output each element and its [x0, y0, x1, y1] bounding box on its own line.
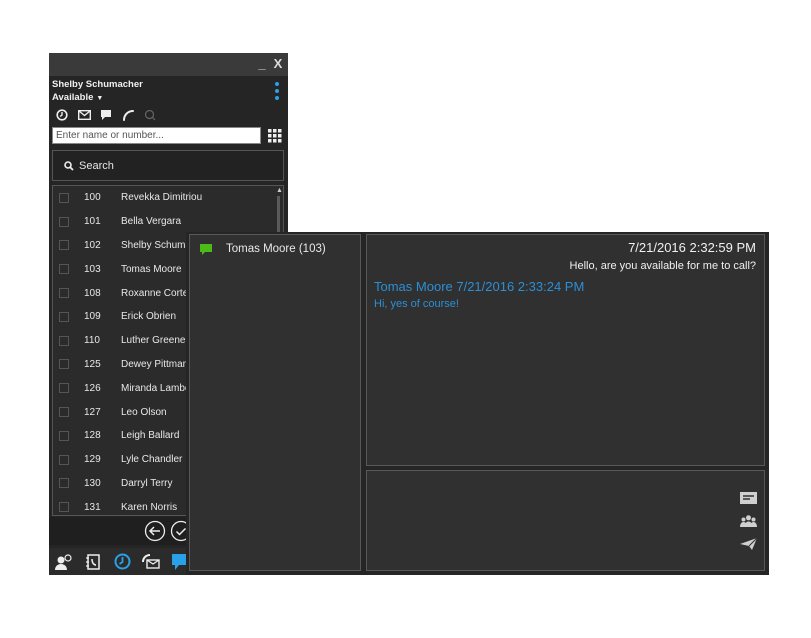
contact-name: Darryl Terry: [121, 477, 173, 489]
back-button[interactable]: [144, 520, 166, 542]
voicemail-icon[interactable]: [142, 553, 160, 571]
contact-checkbox[interactable]: [59, 216, 69, 227]
message-text: Hi, yes of course!: [374, 298, 459, 310]
contact-name: Luther Greene: [121, 335, 186, 347]
search-icon[interactable]: [143, 108, 157, 122]
contact-name: Dewey Pittman: [121, 358, 189, 370]
contact-name: Bella Vergara: [121, 216, 182, 228]
contact-checkbox[interactable]: [59, 454, 69, 465]
conversation-item[interactable]: Tomas Moore (103): [200, 243, 326, 255]
contact-extension: 126: [84, 382, 101, 394]
status-label: Available: [52, 92, 94, 103]
contact-extension: 108: [84, 287, 101, 299]
contact-checkbox[interactable]: [59, 383, 69, 394]
contact-extension: 109: [84, 311, 101, 323]
message-history: 7/21/2016 2:32:59 PM Hello, are you avai…: [366, 234, 765, 466]
contact-name: Leigh Ballard: [121, 430, 180, 442]
contact-checkbox[interactable]: [59, 311, 69, 322]
contact-name: Roxanne Cortez: [121, 287, 194, 299]
scroll-thumb[interactable]: [277, 196, 280, 236]
contact-row[interactable]: 101 Bella Vergara: [53, 210, 283, 234]
contact-extension: 100: [84, 192, 101, 204]
message-input[interactable]: [371, 475, 730, 569]
contact-extension: 110: [84, 335, 100, 347]
message-text: Hello, are you available for me to call?: [569, 260, 756, 272]
contact-checkbox[interactable]: [59, 359, 69, 370]
contact-extension: 128: [84, 430, 101, 442]
presence-status-dropdown[interactable]: Available ▼: [52, 92, 103, 103]
scroll-up-arrow-icon[interactable]: ▲: [276, 187, 283, 194]
contact-extension: 103: [84, 263, 101, 275]
presence-icon[interactable]: [55, 553, 73, 571]
user-name: Shelby Schumacher: [52, 79, 143, 90]
contact-extension: 102: [84, 239, 101, 251]
conversation-list: Tomas Moore (103): [189, 234, 361, 571]
search-icon: [64, 160, 74, 171]
contact-checkbox[interactable]: [59, 430, 69, 441]
contact-extension: 130: [84, 477, 101, 489]
send-icon[interactable]: [739, 537, 757, 551]
contact-name: Leo Olson: [121, 406, 167, 418]
search-button-label: Search: [79, 159, 114, 172]
history-icon[interactable]: [55, 108, 69, 122]
contact-extension: 131: [84, 501, 101, 513]
contact-extension: 125: [84, 358, 101, 370]
chat-icon: [200, 243, 212, 255]
message-sender-timestamp: Tomas Moore 7/21/2016 2:33:24 PM: [374, 279, 585, 294]
dial-input[interactable]: [52, 127, 261, 144]
minimize-button[interactable]: _: [256, 57, 268, 71]
chat-icon[interactable]: [99, 108, 113, 122]
voicemail-icon[interactable]: [77, 108, 91, 122]
contact-name: Erick Obrien: [121, 311, 177, 323]
contact-checkbox[interactable]: [59, 288, 69, 299]
contact-name: Lyle Chandler: [121, 454, 183, 466]
contact-checkbox[interactable]: [59, 192, 69, 203]
contact-extension: 127: [84, 406, 101, 418]
more-options-button[interactable]: [273, 82, 281, 104]
contact-extension: 101: [84, 216, 101, 228]
quick-action-bar: [55, 108, 157, 122]
chat-window: Tomas Moore (103) 7/21/2016 2:32:59 PM H…: [186, 232, 769, 575]
contact-checkbox[interactable]: [59, 240, 69, 251]
contact-extension: 129: [84, 454, 101, 466]
close-button[interactable]: X: [272, 57, 284, 71]
contact-checkbox[interactable]: [59, 478, 69, 489]
phone-icon[interactable]: [121, 108, 135, 122]
title-bar[interactable]: _ X: [49, 53, 288, 76]
contact-row[interactable]: 100 Revekka Dimitriou: [53, 186, 283, 210]
chevron-down-icon: ▼: [96, 95, 104, 102]
participants-icon[interactable]: [739, 514, 757, 528]
message-timestamp: 7/21/2016 2:32:59 PM: [628, 240, 756, 255]
message-composer: [366, 470, 765, 571]
conversation-label: Tomas Moore (103): [226, 243, 326, 255]
contacts-book-icon[interactable]: [84, 553, 102, 571]
contact-checkbox[interactable]: [59, 264, 69, 275]
keypad-icon[interactable]: [268, 129, 282, 143]
contact-name: Tomas Moore: [121, 263, 182, 275]
history-icon[interactable]: [113, 553, 131, 571]
search-button[interactable]: Search: [52, 150, 284, 181]
contact-checkbox[interactable]: [59, 502, 69, 513]
message-template-icon[interactable]: [739, 491, 757, 505]
contact-checkbox[interactable]: [59, 335, 69, 346]
contact-name: Karen Norris: [121, 501, 178, 513]
contact-name: Revekka Dimitriou: [121, 192, 203, 204]
contact-checkbox[interactable]: [59, 407, 69, 418]
